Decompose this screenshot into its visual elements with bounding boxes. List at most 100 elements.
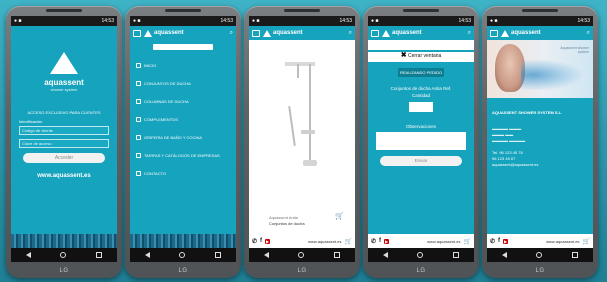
device-brand: LG: [416, 268, 426, 274]
menu-item-contacto[interactable]: CONTACTO: [130, 171, 236, 176]
search-icon[interactable]: ⌕: [230, 30, 233, 37]
cart-icon[interactable]: 🛒: [583, 238, 590, 245]
observations-input[interactable]: [376, 132, 466, 150]
status-bar: ● ■ 14:53: [487, 16, 593, 26]
website-link[interactable]: www.aquassent.es: [11, 173, 117, 179]
home-icon[interactable]: [179, 252, 186, 258]
product-name[interactable]: Conjuntos de ducha: [269, 221, 305, 226]
search-icon[interactable]: ⌕: [468, 30, 471, 37]
youtube-icon[interactable]: ▶: [265, 238, 271, 244]
youtube-icon[interactable]: ▶: [503, 238, 509, 244]
recent-apps-icon[interactable]: [453, 252, 460, 258]
facebook-icon[interactable]: f: [260, 238, 262, 244]
menu-item-complementos[interactable]: COMPLEMENTOS: [130, 117, 236, 122]
footer-website[interactable]: www.aquassent.es: [427, 239, 460, 244]
home-icon[interactable]: [60, 252, 67, 258]
facebook-icon[interactable]: f: [379, 238, 381, 244]
phone-icon[interactable]: ✆: [490, 238, 495, 245]
status-bar: ● ■ 14:53: [11, 16, 117, 26]
menu-icon[interactable]: [252, 29, 260, 37]
back-icon[interactable]: [144, 252, 150, 258]
menu-item-tarifas[interactable]: TARIFAS Y CATÁLOGOS DE EMPRESAS: [130, 153, 236, 158]
header-brand: aquassent: [273, 30, 303, 36]
app-header: aquassent ⌕: [130, 26, 236, 40]
search-icon[interactable]: ⌕: [587, 30, 590, 37]
header-logo[interactable]: aquassent: [263, 29, 346, 37]
shower-set-image[interactable]: [281, 60, 321, 180]
header-logo[interactable]: aquassent: [501, 29, 584, 37]
android-nav: [249, 248, 355, 262]
device-brand: LG: [59, 268, 69, 274]
login-button[interactable]: Acceder: [23, 153, 105, 163]
recent-apps-icon[interactable]: [572, 252, 579, 258]
menu-item-conjuntos[interactable]: CONJUNTOS DE DUCHA: [130, 81, 236, 86]
client-code-input[interactable]: Código de cliente: [19, 126, 109, 135]
facebook-icon[interactable]: f: [498, 238, 500, 244]
menu-icon[interactable]: [371, 29, 379, 37]
header-logo[interactable]: aquassent: [144, 29, 227, 37]
cart-icon[interactable]: 🛒: [464, 238, 471, 245]
speaker: [165, 9, 201, 12]
logo-mark-icon: [382, 29, 390, 37]
column-icon: [136, 99, 141, 104]
send-button[interactable]: Enviar: [380, 156, 462, 166]
catalog-icon: [136, 153, 141, 158]
home-icon[interactable]: [298, 252, 305, 258]
phone-5: ● ■ 14:53 aquassent ⌕ Aquassent shower sy…: [482, 6, 598, 278]
observations-label: Observaciones: [405, 124, 436, 129]
menu-icon[interactable]: [490, 29, 498, 37]
back-icon[interactable]: [501, 252, 507, 258]
recent-apps-icon[interactable]: [334, 252, 341, 258]
product-category: Aquassent Antia: [269, 215, 298, 220]
speaker: [522, 9, 558, 12]
wave-pattern: [11, 234, 117, 248]
status-time: 14:53: [458, 18, 471, 24]
logo-mark-icon: [501, 29, 509, 37]
screen-product: ● ■ 14:53 aquassent ⌕ Aquassent Antia Con…: [249, 16, 355, 262]
footer-website[interactable]: www.aquassent.es: [546, 239, 579, 244]
quantity-input[interactable]: [409, 102, 433, 112]
email-link[interactable]: aquassent@aquassent.es: [487, 162, 593, 168]
phone-2: ● ■ 14:53 aquassent ⌕ INICIO CONJUNTOS DE…: [125, 6, 241, 278]
status-bar: ● ■ 14:53: [249, 16, 355, 26]
password-input[interactable]: Clave de acceso: [19, 139, 109, 148]
recent-apps-icon[interactable]: [215, 252, 222, 258]
add-to-cart-icon[interactable]: 🛒: [335, 212, 344, 220]
address-block: ▬▬▬▬ ▬▬▬ ▬▬▬ ▬▬ ▬▬▬▬ ▬▬▬▬: [492, 126, 526, 143]
water-splash: [521, 60, 581, 90]
order-button[interactable]: REALIZANDO PEDIDO: [398, 68, 444, 77]
cart-icon[interactable]: 🛒: [345, 238, 352, 245]
menu-item-griferia[interactable]: GRIFERÍA DE BAÑO Y COCINA: [130, 135, 236, 140]
menu-search-input[interactable]: [153, 44, 213, 50]
brand-name: aquassent: [44, 78, 84, 87]
screen-menu: ● ■ 14:53 aquassent ⌕ INICIO CONJUNTOS DE…: [130, 16, 236, 262]
header-logo[interactable]: aquassent: [382, 29, 465, 37]
menu-item-columnas[interactable]: COLUMNAS DE DUCHA: [130, 99, 236, 104]
footer-website[interactable]: www.aquassent.es: [308, 239, 341, 244]
menu-item-label: CONTACTO: [144, 171, 167, 176]
header-brand: aquassent: [511, 30, 541, 36]
menu-item-inicio[interactable]: INICIO: [130, 63, 236, 68]
youtube-icon[interactable]: ▶: [384, 238, 390, 244]
home-icon[interactable]: [536, 252, 543, 258]
home-icon[interactable]: [417, 252, 424, 258]
speaker: [284, 9, 320, 12]
home-icon: [136, 63, 141, 68]
side-menu: INICIO CONJUNTOS DE DUCHA COLUMNAS DE DU…: [130, 40, 236, 234]
search-icon[interactable]: ⌕: [349, 30, 352, 37]
close-window-button[interactable]: ✖ Cerrar ventana: [368, 52, 474, 62]
android-nav: [368, 248, 474, 262]
menu-icon[interactable]: [133, 29, 141, 37]
back-icon[interactable]: [382, 252, 388, 258]
phone-icon[interactable]: ✆: [252, 238, 257, 245]
shower-icon: [136, 81, 141, 86]
header-brand: aquassent: [154, 30, 184, 36]
phone-icon[interactable]: ✆: [371, 238, 376, 245]
company-name: AQUASSENT SHOWER SYSTEM S.L.: [492, 110, 563, 115]
aquassent-logo-icon: [50, 52, 78, 74]
brand-subtitle: shower system: [50, 87, 78, 92]
logo-mark-icon: [144, 29, 152, 37]
recent-apps-icon[interactable]: [96, 252, 103, 258]
back-icon[interactable]: [263, 252, 269, 258]
back-icon[interactable]: [25, 252, 31, 258]
